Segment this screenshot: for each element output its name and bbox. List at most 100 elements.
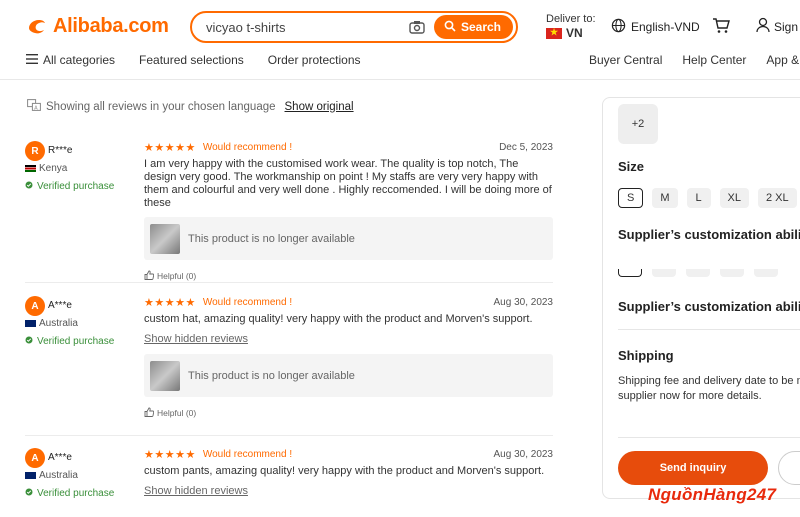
secondary-nav: Buyer Central Help Center App & ext [589, 53, 800, 67]
country-label: Australia [39, 318, 78, 329]
reviewer-info: A A***e Australia Verified purchase [25, 296, 135, 347]
size-option[interactable]: S [618, 188, 644, 208]
search-input[interactable] [206, 19, 408, 35]
nav-help-center[interactable]: Help Center [682, 53, 746, 67]
more-variants-button[interactable]: +2 [618, 104, 658, 144]
shipping-title: Shipping [618, 348, 674, 363]
verified-purchase: Verified purchase [25, 336, 114, 347]
panel-divider [618, 329, 800, 330]
helpful-label: Helpful (0) [157, 271, 197, 281]
australia-flag-icon [25, 320, 36, 327]
size-option[interactable]: XL [719, 188, 749, 208]
globe-icon [611, 18, 626, 36]
product-card[interactable]: This product is no longer available [144, 354, 553, 397]
customization-options [618, 269, 778, 277]
show-hidden-reviews-link[interactable]: Show hidden reviews [144, 333, 248, 345]
cart-icon[interactable] [712, 17, 730, 39]
check-circle-icon [25, 488, 33, 499]
size-option[interactable]: L [686, 188, 711, 208]
watermark: NguồnHàng247 [648, 485, 777, 504]
customization-option[interactable] [618, 269, 642, 277]
helpful-label: Helpful (0) [157, 408, 197, 418]
size-option[interactable]: 2 XL [757, 188, 797, 208]
alibaba-logo-icon [25, 14, 49, 38]
verified-label: Verified purchase [37, 336, 115, 347]
reviewer-country: Kenya [25, 163, 67, 174]
recommend-label: Would recommend ! [202, 141, 293, 153]
product-unavailable-text: This product is no longer available [188, 232, 355, 245]
search-bar: Search [190, 11, 518, 43]
reviewer-info: R R***e Kenya Verified purchase [25, 141, 135, 192]
reviewer-country: Australia [25, 318, 78, 329]
show-hidden-reviews-link[interactable]: Show hidden reviews [144, 485, 248, 497]
top-header: Alibaba.com Search Deliver to: VN Englis… [0, 0, 800, 80]
main-nav: All categories Featured selections Order… [26, 53, 385, 67]
size-options: S M L XL 2 XL [618, 188, 797, 208]
review-content: ★★★★★ Would recommend ! Aug 30, 2023 cus… [144, 296, 553, 419]
check-circle-icon [25, 336, 33, 347]
country-label: Kenya [39, 163, 68, 174]
reviewer-name: A***e [48, 452, 72, 463]
customization-option[interactable] [754, 269, 778, 277]
deliver-to[interactable]: Deliver to: VN [546, 13, 596, 40]
product-unavailable-text: This product is no longer available [188, 369, 355, 382]
thumbs-up-icon [144, 407, 155, 419]
review-content: ★★★★★ Would recommend ! Dec 5, 2023 I am… [144, 141, 553, 282]
customization-option[interactable] [652, 269, 676, 277]
language-note-text: Showing all reviews in your chosen langu… [46, 100, 276, 113]
all-categories-menu[interactable]: All categories [26, 53, 115, 67]
chat-button[interactable] [778, 451, 800, 485]
product-card[interactable]: This product is no longer available [144, 217, 553, 260]
review-text: I am very happy with the customised work… [144, 158, 552, 209]
customization-title: Supplier’s customization abili [618, 227, 800, 242]
product-options-panel: +2 Size S M L XL 2 XL Supplier’s customi… [602, 97, 800, 499]
helpful-button[interactable]: Helpful (0) [144, 270, 553, 282]
review-date: Dec 5, 2023 [499, 141, 553, 153]
review-item: A A***e Australia Verified purchase ★★★★… [25, 448, 553, 517]
send-inquiry-button[interactable]: Send inquiry [618, 451, 768, 485]
review-item: A A***e Australia Verified purchase ★★★★… [25, 296, 553, 426]
size-option[interactable]: M [652, 188, 678, 208]
review-item: R R***e Kenya Verified purchase ★★★★★ Wo… [25, 141, 553, 281]
customization-option[interactable] [686, 269, 710, 277]
customization-title: Supplier’s customization abili [618, 299, 800, 314]
deliver-label: Deliver to: [546, 13, 596, 25]
helpful-button[interactable]: Helpful (0) [144, 407, 553, 419]
language-selector[interactable]: English-VND [611, 18, 700, 36]
verified-purchase: Verified purchase [25, 181, 114, 192]
review-text: custom hat, amazing quality! very happy … [144, 313, 533, 325]
kenya-flag-icon [25, 165, 36, 172]
avatar: R [25, 141, 45, 161]
review-date: Aug 30, 2023 [493, 296, 554, 308]
nav-app-extension[interactable]: App & ext [766, 53, 800, 67]
review-divider [25, 282, 553, 283]
country-label: Australia [39, 470, 78, 481]
customization-option[interactable] [720, 269, 744, 277]
recommend-label: Would recommend ! [202, 448, 293, 460]
shipping-line: Shipping fee and delivery date to be n [618, 375, 800, 387]
translate-icon: A [27, 99, 41, 114]
australia-flag-icon [25, 472, 36, 479]
shipping-line: supplier now for more details. [618, 390, 762, 402]
vietnam-flag-icon [546, 26, 562, 39]
star-rating: ★★★★★ [144, 141, 196, 154]
product-thumbnail [150, 360, 180, 391]
nav-order-protections[interactable]: Order protections [268, 53, 361, 67]
star-rating: ★★★★★ [144, 296, 196, 309]
shipping-text: Shipping fee and delivery date to be n s… [618, 374, 800, 404]
avatar: A [25, 448, 45, 468]
star-rating: ★★★★★ [144, 448, 196, 461]
nav-featured-selections[interactable]: Featured selections [139, 53, 244, 67]
show-original-link[interactable]: Show original [285, 101, 354, 113]
nav-buyer-central[interactable]: Buyer Central [589, 53, 662, 67]
review-divider [25, 435, 553, 436]
deliver-country: VN [566, 26, 583, 40]
search-button[interactable]: Search [433, 15, 513, 39]
sign-in[interactable]: Sign [756, 17, 798, 36]
thumbs-up-icon [144, 270, 155, 282]
product-thumbnail [150, 223, 180, 254]
camera-search-icon[interactable] [408, 18, 426, 36]
all-categories-label: All categories [43, 53, 116, 67]
alibaba-logo[interactable]: Alibaba.com [25, 14, 169, 38]
panel-divider [618, 437, 800, 438]
